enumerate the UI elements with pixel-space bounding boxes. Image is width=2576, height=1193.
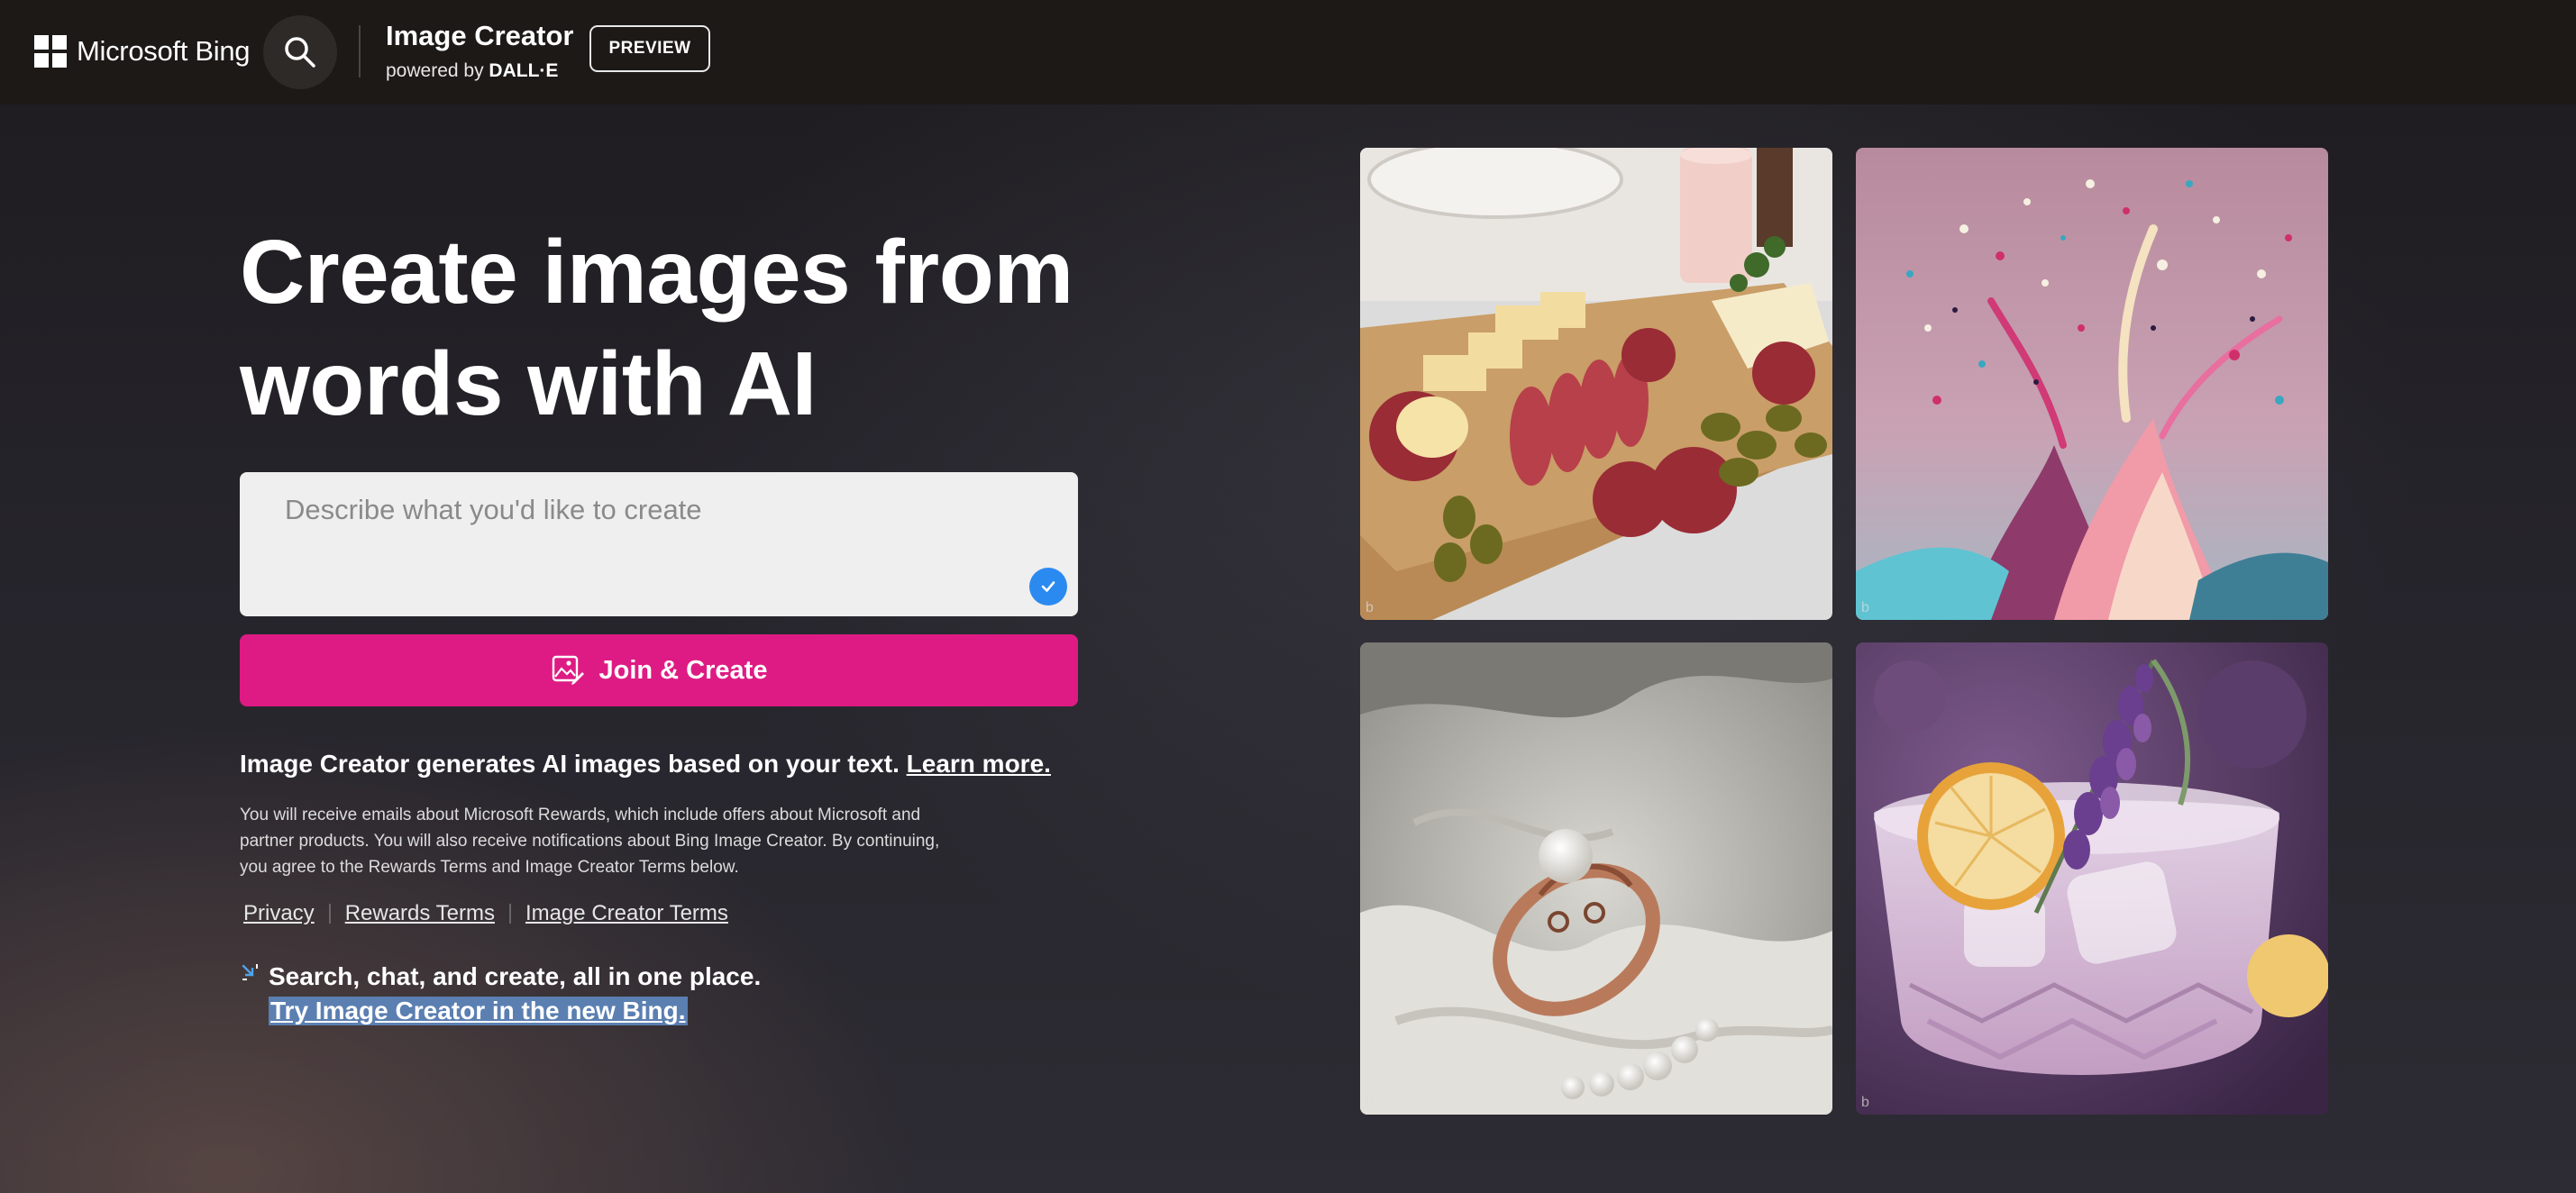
page-title: Create images from words with AI [240, 216, 1141, 440]
gallery-image-paint-splash[interactable]: b [1856, 148, 2328, 620]
product-title: Image Creator [386, 20, 574, 51]
image-creator-terms-link[interactable]: Image Creator Terms [522, 901, 732, 926]
join-and-create-label: Join & Create [598, 655, 768, 685]
privacy-link[interactable]: Privacy [240, 901, 318, 926]
gallery-image-pearl-ring[interactable]: b [1360, 642, 1832, 1115]
search-icon [285, 37, 315, 68]
top-bar: Microsoft Bing Image Creator powered by … [0, 0, 2576, 105]
lavender-cocktail-image [1856, 642, 2328, 1115]
legal-links: Privacy Rewards Terms Image Creator Term… [240, 901, 732, 926]
hero-line-1: Create images from [240, 222, 1073, 323]
product-title-block[interactable]: Image Creator powered by DALL·E [386, 20, 573, 85]
prompt-input[interactable] [240, 472, 1078, 616]
paint-splash-image [1856, 148, 2328, 620]
bing-watermark-icon: b [1366, 1095, 1374, 1110]
rewards-terms-link[interactable]: Rewards Terms [342, 901, 498, 926]
grammar-check-icon [1029, 568, 1067, 606]
bing-watermark-icon: b [1366, 600, 1374, 615]
image-create-icon [551, 653, 585, 688]
preview-badge: PREVIEW [589, 25, 710, 72]
rewards-fine-print: You will receive emails about Microsoft … [240, 806, 940, 877]
microsoft-logo-icon [34, 35, 67, 68]
learn-more-link[interactable]: Learn more. [907, 750, 1051, 778]
powered-by-prefix: powered by [386, 60, 484, 81]
powered-by-name: DALL·E [489, 60, 559, 81]
bing-watermark-icon: b [1861, 600, 1869, 615]
prompt-box [240, 472, 1078, 616]
bing-brand[interactable]: Microsoft Bing [34, 34, 251, 68]
sparkle-arrow-icon [242, 964, 258, 980]
search-button[interactable] [263, 15, 337, 89]
powered-by: powered by DALL·E [386, 58, 573, 85]
hero-line-2: words with AI [240, 333, 817, 434]
legal-separator [508, 904, 511, 924]
description: Image Creator generates AI images based … [240, 750, 1051, 779]
bing-watermark-icon: b [1861, 1095, 1869, 1110]
pearl-ring-image [1360, 642, 1832, 1115]
charcuterie-board-image [1360, 148, 1832, 620]
brand-name: Microsoft Bing [77, 35, 251, 67]
gallery-image-lavender-cocktail[interactable]: b [1856, 642, 2328, 1115]
join-and-create-button[interactable]: Join & Create [240, 634, 1078, 706]
promo-text: Search, chat, and create, all in one pla… [269, 962, 762, 990]
legal-separator [328, 904, 331, 924]
gallery-image-charcuterie[interactable]: b [1360, 148, 1832, 620]
header-divider [359, 25, 361, 77]
try-new-bing-link[interactable]: Try Image Creator in the new Bing. [269, 997, 688, 1025]
description-text: Image Creator generates AI images based … [240, 750, 900, 778]
